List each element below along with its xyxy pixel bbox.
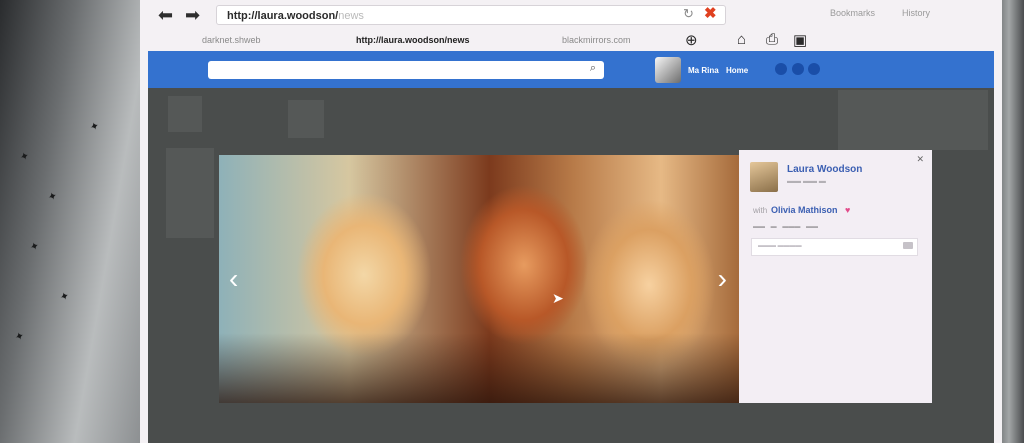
tab-darknet[interactable]: darknet.shweb xyxy=(202,35,261,45)
user-avatar[interactable] xyxy=(655,57,681,83)
address-main: http://laura.woodson/ xyxy=(227,10,339,22)
friends-icon[interactable] xyxy=(792,63,804,75)
header-user-name[interactable]: Ma Rina xyxy=(688,66,719,75)
new-tab-icon[interactable]: ⊕ xyxy=(685,31,698,49)
previous-arrow-icon[interactable]: ‹ xyxy=(229,263,238,295)
bird-icon: ✦ xyxy=(88,119,102,135)
site-header: ⌕ Ma Rina Home xyxy=(148,51,994,88)
camera-icon[interactable] xyxy=(903,242,913,249)
header-home-link[interactable]: Home xyxy=(726,66,748,75)
post-actions[interactable]: ▬▬ ▬ ▬▬▬ ▬▬ xyxy=(753,224,818,230)
dimmed-avatar xyxy=(288,100,324,138)
author-name[interactable]: Laura Woodson xyxy=(787,164,862,175)
browser-window: ⬅ ➡ http://laura.woodson/news ↻ ✖ Bookma… xyxy=(140,0,1002,443)
bookmarks-link[interactable]: Bookmarks xyxy=(830,8,875,18)
save-icon[interactable]: ▣ xyxy=(793,31,807,49)
print-icon[interactable]: ⎙ xyxy=(766,31,778,48)
close-icon[interactable]: ✕ xyxy=(916,154,924,165)
browser-toolbar: ⬅ ➡ http://laura.woodson/news ↻ ✖ Bookma… xyxy=(140,0,1002,30)
photo-viewer[interactable]: ‹ › ➤ xyxy=(219,155,739,403)
comment-placeholder: ▬▬▬ ▬▬▬▬ xyxy=(758,243,802,249)
address-tail: news xyxy=(338,10,364,22)
comment-input[interactable]: ▬▬▬ ▬▬▬▬ xyxy=(751,238,918,256)
back-arrow-icon[interactable]: ⬅ xyxy=(158,5,173,26)
tab-bar: darknet.shweb http://laura.woodson/news … xyxy=(140,32,1002,52)
dimmed-menu xyxy=(166,148,214,238)
bird-icon: ✦ xyxy=(46,189,60,205)
photo-shadow xyxy=(219,333,739,403)
bird-icon: ✦ xyxy=(28,239,42,255)
heart-icon: ♥ xyxy=(845,205,851,215)
bird-icon: ✦ xyxy=(58,289,72,305)
bird-icon: ✦ xyxy=(18,149,32,165)
tagged-friend[interactable]: Olivia Mathison xyxy=(771,205,838,215)
history-link[interactable]: History xyxy=(902,8,930,18)
tab-laura-woodson-news[interactable]: http://laura.woodson/news xyxy=(356,35,470,45)
address-bar[interactable]: http://laura.woodson/news xyxy=(216,5,726,25)
page-body: ‹ › ➤ ✕ Laura Woodson ▬▬ ▬▬ ▬ with Olivi… xyxy=(148,88,994,443)
messages-icon[interactable] xyxy=(775,63,787,75)
post-time: ▬▬ ▬▬ ▬ xyxy=(787,178,826,185)
with-label: with xyxy=(753,206,768,215)
forward-arrow-icon[interactable]: ➡ xyxy=(185,5,200,26)
bird-icon: ✦ xyxy=(13,329,27,345)
dimmed-sidebar xyxy=(838,90,988,150)
refresh-icon[interactable]: ↻ xyxy=(683,6,694,22)
search-input[interactable]: ⌕ xyxy=(208,61,604,79)
tab-blackmirrors[interactable]: blackmirrors.com xyxy=(562,35,631,45)
stop-icon[interactable]: ✖ xyxy=(704,4,717,22)
dimmed-avatar xyxy=(168,96,202,132)
next-arrow-icon[interactable]: › xyxy=(718,263,727,295)
background-left: ✦ ✦ ✦ ✦ ✦ ✦ xyxy=(0,0,140,443)
author-avatar[interactable] xyxy=(750,162,778,192)
search-icon[interactable]: ⌕ xyxy=(590,62,596,75)
home-icon[interactable]: ⌂ xyxy=(737,31,746,48)
mouse-cursor-icon: ➤ xyxy=(552,290,564,306)
photo-side-panel: ✕ Laura Woodson ▬▬ ▬▬ ▬ with Olivia Math… xyxy=(739,150,932,403)
notifications-icon[interactable] xyxy=(808,63,820,75)
